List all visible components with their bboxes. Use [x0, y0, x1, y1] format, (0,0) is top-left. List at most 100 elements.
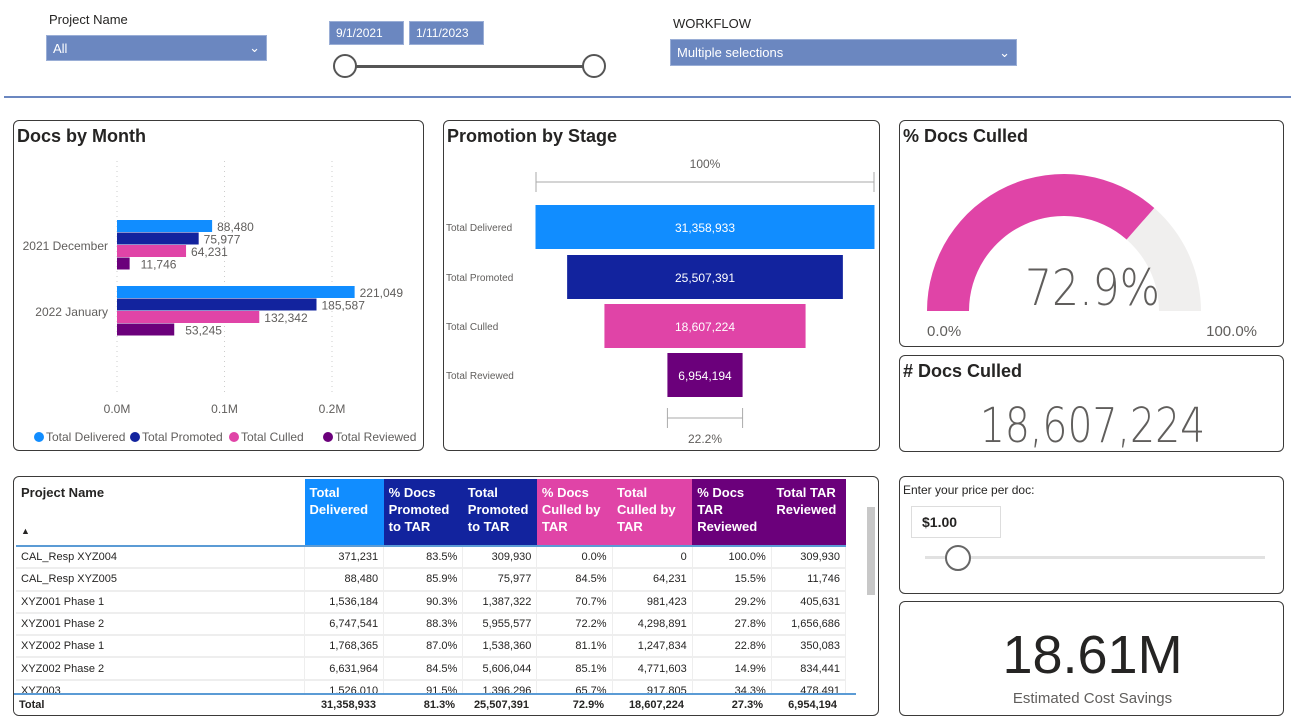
x-tick-label: 0.2M	[319, 402, 346, 416]
price-slider-track	[925, 556, 1265, 559]
table-row[interactable]: CAL_Resp XYZ005 88,480 85.9% 75,977 84.5% 64,…	[16, 568, 847, 592]
table-scrollbar[interactable]	[867, 507, 875, 595]
data-label: 132,342	[264, 311, 308, 325]
table-cell: 90.3%	[383, 590, 464, 614]
top-pct: 100%	[690, 157, 721, 171]
project-name-dropdown[interactable]: All ⌄	[46, 35, 267, 61]
docs-by-month-chart: 0.0M 0.1M 0.2M2021 December88,48075,97764,…	[23, 161, 416, 444]
legend-item: Total Reviewed	[335, 430, 416, 444]
sort-ascending-icon[interactable]: ▲	[21, 523, 300, 540]
bar-total-reviewed	[117, 257, 130, 270]
price-input[interactable]: $1.00	[911, 506, 1001, 538]
data-label: 53,245	[185, 324, 222, 338]
table-cell: 14.9%	[692, 657, 772, 681]
data-label: 221,049	[360, 286, 404, 300]
stage-label: Total Culled	[446, 322, 498, 333]
table-cell: CAL_Resp XYZ005	[16, 568, 306, 592]
table-cell: 85.1%	[536, 657, 613, 681]
data-label: 64,231	[191, 245, 228, 259]
table-cell: 371,231	[304, 546, 385, 570]
table-cell: 87.0%	[383, 635, 464, 659]
table-row[interactable]: XYZ002 Phase 2 6,631,964 84.5% 5,606,044 85.…	[16, 657, 847, 681]
project-table: Project Name ▲ Total Delivered% Docs Promo…	[13, 476, 879, 716]
project-name-label: Project Name	[49, 12, 128, 27]
column-header[interactable]: % Docs TAR Reviewed	[692, 479, 772, 546]
table-cell: 75,977	[462, 568, 538, 592]
stage-label: Total Promoted	[446, 273, 513, 284]
start-date-input[interactable]: 9/1/2021	[329, 21, 404, 45]
table-cell: 6,631,964	[304, 657, 385, 681]
legend-item: Total Promoted	[142, 430, 223, 444]
docs-culled-card: # Docs Culled 18,607,224	[899, 355, 1284, 454]
table-row[interactable]: XYZ001 Phase 1 1,536,184 90.3% 1,387,322 70.…	[16, 590, 847, 614]
table-cell: 27.8%	[692, 612, 772, 637]
column-header[interactable]: Total Delivered	[304, 479, 384, 546]
x-tick-label: 0.1M	[211, 402, 238, 416]
table-cell: 22.8%	[692, 635, 772, 659]
bar-total-culled	[117, 245, 187, 257]
workflow-dropdown[interactable]: Multiple selections ⌄	[670, 39, 1017, 66]
data-label: 11,746	[141, 258, 177, 272]
price-card: Enter your price per doc: $1.00	[899, 476, 1284, 594]
funnel-value: 31,358,933	[675, 221, 735, 235]
table-cell: 350,083	[771, 635, 847, 659]
stage-label: Total Reviewed	[446, 371, 514, 382]
table-cell: 29.2%	[692, 590, 772, 614]
column-header[interactable]: % Docs Promoted to TAR	[383, 479, 463, 546]
savings-value: 18.61M	[1002, 625, 1183, 685]
table-cell: 1,536,184	[304, 590, 385, 614]
bar-total-promoted	[117, 232, 199, 245]
total-cell: 18,607,224	[628, 699, 684, 711]
gauge-max: 100.0%	[1206, 323, 1257, 340]
x-tick-label: 0.0M	[104, 402, 131, 416]
table-row[interactable]: XYZ001 Phase 2 6,747,541 88.3% 5,955,577 72.…	[16, 612, 847, 637]
workflow-value: Multiple selections	[677, 45, 784, 60]
funnel-value: 25,507,391	[675, 271, 735, 285]
chevron-down-icon: ⌄	[999, 44, 1010, 60]
gauge-min: 0.0%	[927, 323, 962, 340]
column-header[interactable]: % Docs Culled by TAR	[536, 479, 613, 546]
table-row[interactable]: XYZ002 Phase 1 1,768,365 87.0% 1,538,360 81.…	[16, 635, 847, 659]
table-cell: 81.1%	[536, 635, 613, 659]
legend-item: Total Culled	[241, 430, 304, 444]
column-header[interactable]: Total Culled by TAR	[612, 479, 693, 546]
table-cell: 72.2%	[536, 612, 613, 637]
table-cell: 1,247,834	[612, 635, 693, 659]
table-cell: 70.7%	[536, 590, 613, 614]
column-header[interactable]: Total Promoted to TAR	[462, 479, 537, 546]
funnel-value: 6,954,194	[678, 369, 732, 383]
table-cell: 84.5%	[383, 657, 464, 681]
date-slider-end-handle[interactable]	[582, 54, 606, 78]
column-header[interactable]: Project Name ▲	[16, 479, 305, 546]
date-slider-start-handle[interactable]	[333, 54, 357, 78]
table-cell: 15.5%	[692, 568, 772, 592]
table-cell: 0	[612, 546, 693, 570]
table-cell: 1,656,686	[771, 612, 847, 637]
table-cell: XYZ001 Phase 1	[16, 590, 306, 614]
workflow-label: WORKFLOW	[673, 16, 751, 31]
table-cell: 11,746	[771, 568, 847, 592]
end-date-input[interactable]: 1/11/2023	[409, 21, 484, 45]
table-cell: 4,298,891	[612, 612, 693, 637]
table-cell: 5,955,577	[462, 612, 538, 637]
bar-total-reviewed	[117, 323, 175, 336]
category-label: 2022 January	[35, 305, 108, 319]
table-row[interactable]: CAL_Resp XYZ004 371,231 83.5% 309,930 0.0% 0 1…	[16, 546, 847, 570]
table-cell: 88,480	[304, 568, 385, 592]
table-cell: 1,538,360	[462, 635, 538, 659]
table-total-row: Total 31,358,933 81.3% 25,507,391 72.9% 18,60…	[14, 693, 856, 715]
column-header[interactable]: Total TAR Reviewed	[771, 479, 846, 546]
table-cell: XYZ002 Phase 1	[16, 635, 306, 659]
card-title: # Docs Culled	[903, 361, 1023, 381]
pct-docs-culled-card: % Docs Culled 72.9% 0.0% 100.0%	[899, 120, 1284, 347]
bar-total-promoted	[117, 298, 317, 311]
price-slider-handle[interactable]	[945, 545, 971, 571]
table-cell: XYZ001 Phase 2	[16, 612, 306, 637]
total-cell: Total	[19, 699, 45, 711]
promotion-funnel-chart: 100% 31,358,933 Total Delivered 25,507,391 T…	[446, 157, 875, 446]
project-name-value: All	[53, 40, 68, 56]
savings-card: 18.61M Estimated Cost Savings	[899, 601, 1284, 716]
gauge-value: 72.9%	[1024, 259, 1161, 317]
stage-label: Total Delivered	[446, 223, 512, 234]
table-cell: 405,631	[771, 590, 847, 614]
